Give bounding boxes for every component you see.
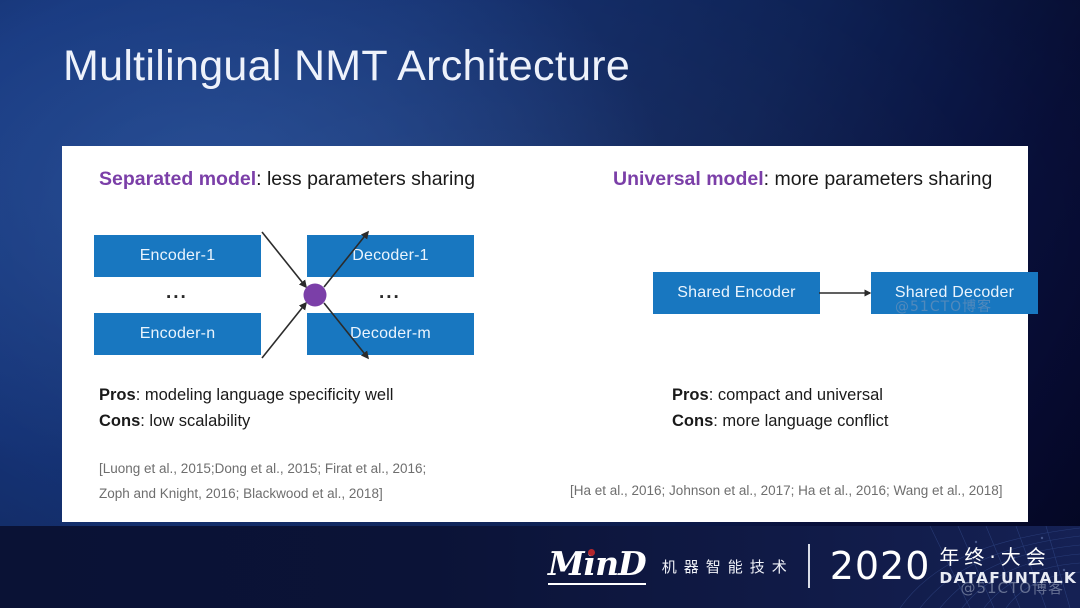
watermark-middle: @51CTO博客 <box>895 299 993 315</box>
universal-model-heading: Universal model: more parameters sharing <box>613 168 992 191</box>
page-title: Multilingual NMT Architecture <box>63 42 631 90</box>
universal-model-citation: [Ha et al., 2016; Johnson et al., 2017; … <box>570 479 1003 504</box>
separated-cons-label: Cons <box>99 411 141 430</box>
separated-model-heading-accent: Separated model <box>99 168 257 190</box>
mind-logo: MinD <box>548 544 647 585</box>
decoder-ellipsis: ... <box>379 282 401 303</box>
universal-cons-line: Cons: more language conflict <box>672 409 888 435</box>
connection-hub-diagram <box>261 230 369 360</box>
conference-name-chinese: 年终·大会 <box>939 544 1051 569</box>
universal-cons-text: : more language conflict <box>713 411 889 430</box>
encoder-last-box: Encoder-n <box>94 313 261 355</box>
separated-cons-line: Cons: low scalability <box>99 409 393 435</box>
separated-model-panel: Separated model: less parameters sharing… <box>62 146 542 522</box>
universal-pros-label: Pros <box>672 386 709 404</box>
watermark-footer: @51CTO博客 <box>960 579 1064 597</box>
universal-model-heading-rest: : more parameters sharing <box>763 168 993 190</box>
footer-divider <box>807 544 810 588</box>
encoder-first-box: Encoder-1 <box>94 235 261 277</box>
conference-year: 2020 <box>829 544 931 588</box>
universal-citation-line-1: [Ha et al., 2016; Johnson et al., 2017; … <box>570 483 1003 498</box>
universal-model-proscons: Pros: compact and universal Cons: more l… <box>672 383 888 434</box>
separated-citation-line-2: Zoph and Knight, 2016; Blackwood et al.,… <box>99 485 383 501</box>
separated-pros-text: : modeling language specificity well <box>135 386 394 404</box>
shared-encoder-box: Shared Encoder <box>653 272 820 314</box>
slide-root: Multilingual NMT Architecture Separated … <box>0 0 1080 608</box>
universal-model-panel: Universal model: more parameters sharing… <box>542 146 1038 522</box>
footer-band: MinD 机器智能技术 2020 年终·大会 DATAFUNTALK @51CT… <box>0 526 1080 608</box>
separated-pros-line: Pros: modeling language specificity well <box>99 383 393 409</box>
separated-model-citation: [Luong et al., 2015;Dong et al., 2015; F… <box>99 457 426 507</box>
universal-pros-text: : compact and universal <box>708 386 883 404</box>
encoder-ellipsis: ... <box>166 282 188 303</box>
separated-citation-line-1: [Luong et al., 2015;Dong et al., 2015; F… <box>99 461 427 476</box>
universal-cons-label: Cons <box>672 411 714 430</box>
mind-logo-chinese-tagline: 机器智能技术 <box>661 557 794 576</box>
content-card: Separated model: less parameters sharing… <box>62 146 1038 522</box>
shared-connection-arrow <box>819 289 872 297</box>
universal-pros-line: Pros: compact and universal <box>672 383 888 409</box>
separated-pros-label: Pros <box>99 386 136 404</box>
separated-model-heading-rest: : less parameters sharing <box>256 168 476 190</box>
mind-logo-dot-icon <box>588 549 595 556</box>
separated-cons-text: : low scalability <box>140 411 251 430</box>
universal-model-heading-accent: Universal model <box>613 168 764 190</box>
separated-model-heading: Separated model: less parameters sharing <box>99 168 475 191</box>
separated-model-proscons: Pros: modeling language specificity well… <box>99 383 393 434</box>
mind-logo-text: MinD <box>548 544 647 583</box>
